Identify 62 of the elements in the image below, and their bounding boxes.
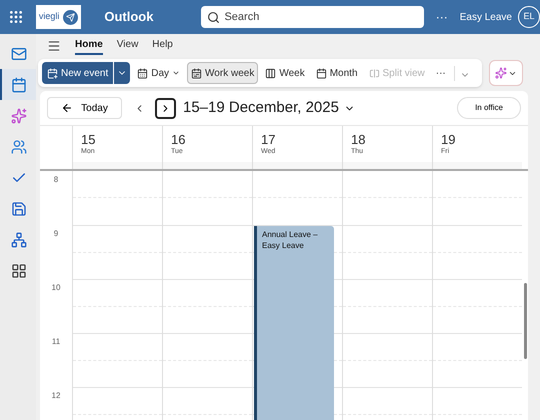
view-button[interactable]: Week <box>261 62 309 84</box>
ribbon-tab[interactable]: View <box>116 36 138 54</box>
event-title: Annual Leave – Easy Leave <box>262 229 319 251</box>
sparkle-icon <box>495 67 507 79</box>
more-button[interactable]: ··· <box>436 8 448 26</box>
calendar-view-icon <box>368 68 380 78</box>
all-day-cell[interactable] <box>72 162 162 169</box>
day-date: 17 <box>261 132 276 147</box>
nav-rail-item[interactable] <box>0 69 36 100</box>
hour-label: 8 <box>54 174 58 184</box>
date-range-title[interactable]: 15–19 December, 2025 <box>183 96 355 120</box>
day-date: 15 <box>81 132 96 147</box>
day-date: 18 <box>351 132 366 147</box>
new-event-button[interactable]: New event <box>42 62 114 84</box>
hour-label: 12 <box>52 390 60 400</box>
calendar-view-icon <box>191 68 202 78</box>
arrow-left-icon <box>61 102 74 114</box>
hour-label: 10 <box>52 282 60 292</box>
menu-icon <box>47 38 61 52</box>
sparkle-icon <box>11 108 27 124</box>
avatar[interactable]: EL <box>518 6 540 28</box>
view-button[interactable]: Work week <box>187 62 258 84</box>
all-day-cell[interactable] <box>342 162 432 169</box>
more-options-button[interactable]: ··· <box>432 66 455 80</box>
all-day-cell[interactable] <box>432 162 522 169</box>
calendar-plus-icon <box>47 68 58 78</box>
calendar-view-icon <box>137 68 148 78</box>
hour-label: 9 <box>54 228 58 238</box>
day-date: 16 <box>171 132 186 147</box>
calendar-event[interactable]: Annual Leave – Easy Leave <box>254 226 334 420</box>
copilot-button[interactable] <box>489 60 523 86</box>
org-chart-icon <box>11 232 27 248</box>
hour-label: 11 <box>52 336 60 346</box>
search-icon <box>207 10 220 24</box>
scrollbar-thumb[interactable] <box>524 283 527 359</box>
grid-dots-icon <box>8 9 24 25</box>
brand-logo-text: viegli <box>38 10 60 24</box>
search-field[interactable]: Search <box>224 8 418 26</box>
calendar-icon <box>11 76 27 92</box>
ribbon-tab[interactable]: Home <box>75 36 103 54</box>
people-icon <box>11 138 27 154</box>
mail-icon <box>11 46 27 62</box>
user-name: Easy Leave <box>460 10 512 24</box>
search-box[interactable]: Search <box>201 6 424 28</box>
all-day-cell[interactable] <box>252 162 342 169</box>
view-button[interactable]: Day <box>133 62 184 84</box>
view-button[interactable]: Month <box>312 62 362 84</box>
menu-button[interactable] <box>47 38 61 52</box>
paper-plane-icon <box>63 10 78 24</box>
calendar-view-icon <box>265 68 276 78</box>
chevron-down-icon <box>172 69 180 77</box>
app-name: Outlook <box>104 8 154 26</box>
new-event-dropdown-button[interactable] <box>114 62 130 84</box>
ribbon-tab[interactable]: Help <box>152 36 173 54</box>
next-week-button[interactable] <box>155 98 176 118</box>
today-button[interactable]: Today <box>47 97 122 119</box>
calendar-view-icon <box>316 68 327 78</box>
in-office-button[interactable]: In office <box>457 97 521 119</box>
day-date: 19 <box>441 132 456 147</box>
apps-icon <box>11 262 27 278</box>
save-icon <box>11 200 27 216</box>
all-day-cell[interactable] <box>162 162 252 169</box>
